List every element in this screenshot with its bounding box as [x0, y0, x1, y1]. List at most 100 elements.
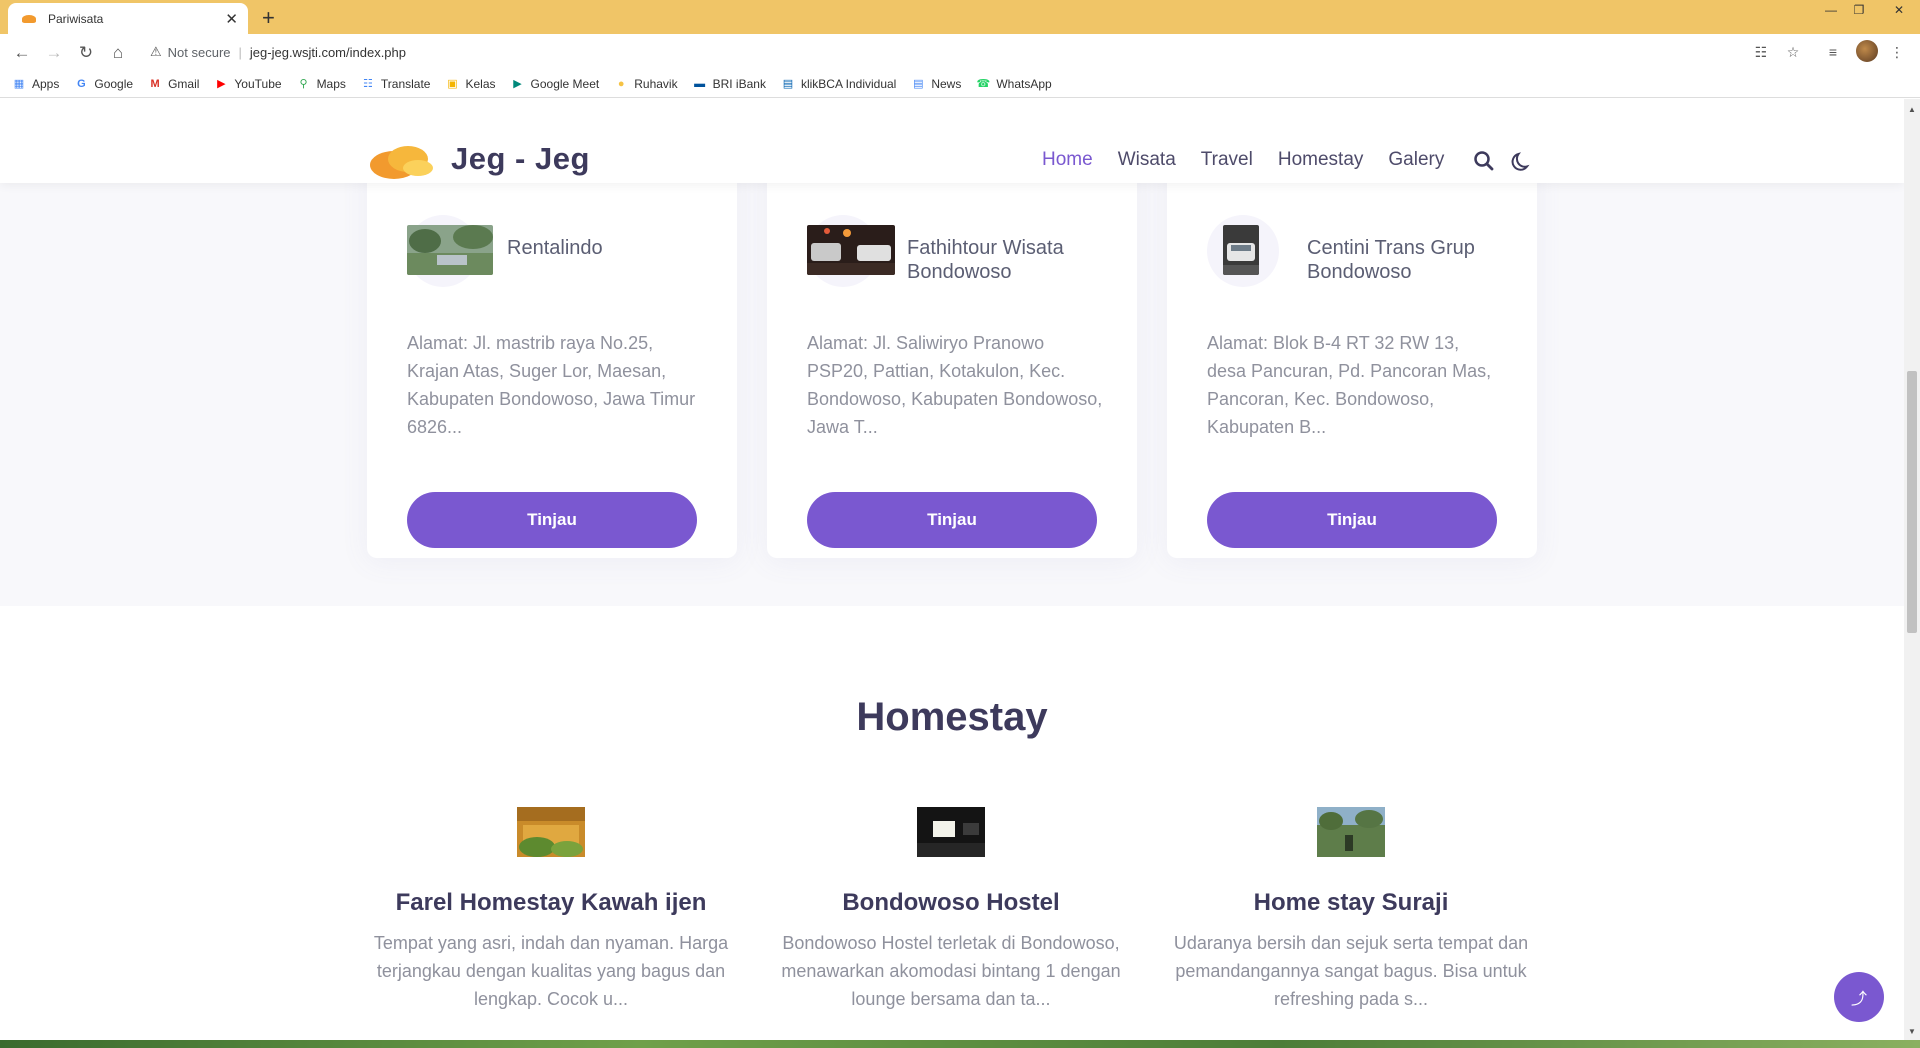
site-header: Jeg - Jeg Home Wisata Travel Homestay Ga…	[0, 99, 1904, 183]
youtube-icon: ▶	[217, 78, 226, 90]
page-scrollbar[interactable]: ▲ ▼	[1904, 99, 1920, 1040]
bookmark-translate[interactable]: ☷ Translate	[361, 77, 431, 91]
homestay-card: Farel Homestay Kawah ijen Tempat yang as…	[366, 807, 736, 1013]
travel-name: Rentalindo	[507, 237, 603, 259]
kelas-icon: ▣	[447, 78, 458, 90]
nav-travel[interactable]: Travel	[1201, 149, 1253, 171]
bookmark-label: klikBCA Individual	[800, 76, 897, 91]
homestay-description: Udaranya bersih dan sejuk serta tempat d…	[1173, 933, 1529, 1009]
site-favicon-icon	[22, 14, 36, 23]
close-window-icon[interactable]: ✕	[1886, 0, 1912, 20]
homestay-photo	[517, 807, 585, 857]
bookmark-label: Gmail	[168, 76, 200, 91]
nav-home[interactable]: Home	[1042, 149, 1093, 171]
whatsapp-icon: ☎	[976, 78, 991, 90]
dark-mode-moon-icon[interactable]	[1510, 149, 1534, 173]
reload-icon[interactable]: ↻	[74, 41, 98, 65]
homestay-name[interactable]: Bondowoso Hostel	[766, 889, 1136, 917]
bookmark-ruhavik[interactable]: ● Ruhavik	[614, 76, 678, 91]
tinjau-button[interactable]: Tinjau	[1207, 492, 1497, 548]
home-icon[interactable]: ⌂	[106, 41, 130, 65]
bookmark-label: News	[931, 76, 962, 91]
bookmark-apps[interactable]: ▦ Apps	[12, 76, 60, 91]
address-bar[interactable]: ⚠ Not secure | jeg-jeg.wsjti.com/index.p…	[142, 39, 1782, 65]
forward-icon[interactable]: →	[42, 41, 66, 65]
bookmark-label: Apps	[32, 76, 60, 91]
homestay-name[interactable]: Home stay Suraji	[1166, 889, 1536, 917]
bookmark-bri[interactable]: ▬ BRI iBank	[693, 77, 766, 91]
profile-avatar[interactable]	[1856, 40, 1878, 62]
bookmark-gmail[interactable]: M Gmail	[148, 77, 199, 91]
homestay-section-title: Homestay	[856, 695, 1048, 739]
minimize-icon[interactable]: —	[1818, 0, 1844, 20]
brand-logo-icon[interactable]	[368, 141, 434, 181]
restore-icon[interactable]: ❐	[1846, 0, 1872, 20]
bookmark-news[interactable]: ▤ News	[911, 77, 961, 91]
separator: |	[238, 44, 242, 60]
bookmark-whatsapp[interactable]: ☎ WhatsApp	[976, 76, 1052, 91]
nav-galery[interactable]: Galery	[1388, 149, 1444, 171]
main-nav: Home Wisata Travel Homestay Galery	[1042, 149, 1469, 171]
travel-card: Centini Trans Grup Bondowoso Alamat: Blo…	[1167, 129, 1537, 558]
brand-name[interactable]: Jeg - Jeg	[451, 141, 590, 177]
browser-tab-strip: Pariwisata ✕ + — ❐ ✕	[0, 0, 1920, 34]
os-taskbar	[0, 1040, 1920, 1048]
nav-homestay[interactable]: Homestay	[1278, 149, 1364, 171]
bookmark-label: WhatsApp	[996, 76, 1052, 91]
travel-card: Rentalindo Alamat: Jl. mastrib raya No.2…	[367, 129, 737, 558]
bookmark-label: Google	[94, 76, 134, 91]
tab-title: Pariwisata	[48, 11, 104, 26]
security-label: Not secure	[167, 44, 231, 60]
tinjau-button[interactable]: Tinjau	[407, 492, 697, 548]
bookmark-youtube[interactable]: ▶ YouTube	[214, 77, 281, 91]
new-tab-button[interactable]: +	[262, 5, 275, 31]
translate-page-icon[interactable]: ☷	[1750, 41, 1772, 63]
bookmark-meet[interactable]: ▶ Google Meet	[511, 76, 600, 91]
bca-icon: ▤	[782, 78, 794, 90]
search-icon[interactable]	[1472, 149, 1496, 173]
tinjau-button[interactable]: Tinjau	[807, 492, 1097, 548]
browser-tab[interactable]: Pariwisata ✕	[8, 3, 248, 34]
homestay-description: Tempat yang asri, indah dan nyaman. Harg…	[373, 933, 729, 1009]
travel-name: Centini Trans Grup Bondowoso	[1307, 237, 1475, 283]
menu-icon[interactable]: ⋮	[1886, 41, 1908, 63]
travel-address: Alamat: Jl. mastrib raya No.25, Krajan A…	[407, 333, 696, 437]
scroll-to-top-button[interactable]: ⤴	[1834, 972, 1884, 1022]
meet-icon: ▶	[513, 78, 522, 90]
bookmark-label: Translate	[380, 76, 431, 91]
scroll-thumb[interactable]	[1907, 371, 1917, 633]
homestay-name[interactable]: Farel Homestay Kawah ijen	[366, 889, 736, 917]
nav-wisata[interactable]: Wisata	[1118, 149, 1176, 171]
reading-list-icon[interactable]: ≡	[1822, 41, 1844, 63]
back-icon[interactable]: ←	[10, 41, 34, 65]
homestay-photo	[917, 807, 985, 857]
bookmark-label: Ruhavik	[634, 76, 678, 91]
ruhavik-icon: ●	[617, 77, 625, 90]
bookmark-bca[interactable]: ▤ klikBCA Individual	[781, 76, 897, 91]
bookmark-kelas[interactable]: ▣ Kelas	[445, 77, 495, 91]
translate-icon: ☷	[362, 78, 373, 90]
scroll-up-arrow-icon[interactable]: ▲	[1908, 105, 1916, 114]
arrow-up-icon: ⤴	[1850, 991, 1867, 1008]
maps-icon: ⚲	[299, 78, 308, 90]
scroll-down-arrow-icon[interactable]: ▼	[1908, 1027, 1916, 1036]
bookmark-label: BRI iBank	[712, 76, 766, 91]
gmail-icon: M	[150, 77, 160, 90]
bookmark-label: YouTube	[234, 76, 282, 91]
tab-close-icon[interactable]: ✕	[225, 10, 238, 28]
bookmark-star-icon[interactable]: ☆	[1782, 41, 1804, 63]
travel-address: Alamat: Jl. Saliwiryo Pranowo PSP20, Pat…	[807, 333, 1103, 437]
warning-icon: ⚠	[150, 44, 162, 59]
travel-name: Fathihtour Wisata Bondowoso	[907, 237, 1064, 283]
bookmark-label: Maps	[316, 76, 346, 91]
news-icon: ▤	[913, 78, 924, 90]
url-text[interactable]: jeg-jeg.wsjti.com/index.php	[250, 45, 406, 60]
homestay-card: Bondowoso Hostel Bondowoso Hostel terlet…	[766, 807, 1136, 1013]
bookmark-label: Google Meet	[530, 76, 600, 91]
travel-card: Fathihtour Wisata Bondowoso Alamat: Jl. …	[767, 129, 1137, 558]
bookmark-google[interactable]: G Google	[74, 77, 133, 91]
homestay-description: Bondowoso Hostel terletak di Bondowoso, …	[781, 933, 1121, 1009]
bri-icon: ▬	[694, 77, 706, 90]
bookmark-maps[interactable]: ⚲ Maps	[297, 77, 346, 91]
bookmark-label: Kelas	[465, 76, 496, 91]
